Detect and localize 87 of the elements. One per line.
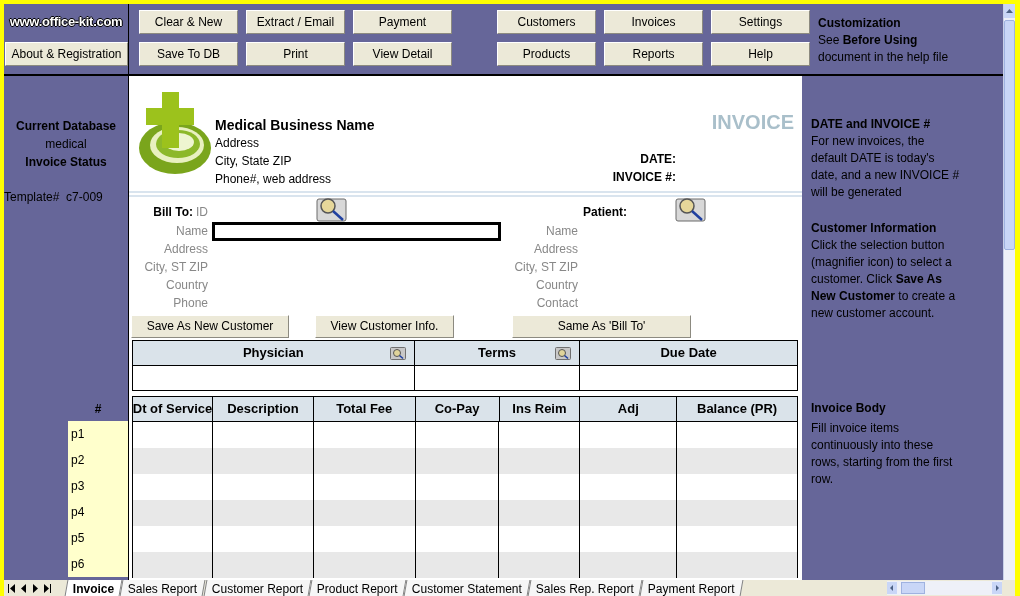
scroll-right-icon[interactable]	[992, 582, 1002, 594]
toolbar-button[interactable]: Extract / Email	[246, 10, 345, 34]
field-label: Country	[164, 277, 208, 294]
help-title: Customer Information	[811, 220, 938, 237]
field-label: Name	[175, 223, 208, 240]
toolbar-button[interactable]: Invoices	[604, 10, 703, 34]
sheet-tab[interactable]: Sales Rep. Report	[527, 580, 643, 596]
toolbar-button[interactable]: Payment	[353, 10, 452, 34]
database-label: Current Database	[15, 118, 117, 135]
toolbar-button[interactable]: Customers	[497, 10, 596, 34]
help-text: Fill invoice items continuously into these rows, starting from the first row.	[811, 420, 954, 488]
customer-action-button[interactable]: Same As 'Bill To'	[512, 314, 691, 338]
toolbar-button[interactable]: Products	[497, 42, 596, 66]
row-label: p4	[68, 499, 128, 525]
template-number: Template# c7-009	[4, 189, 104, 206]
row-label: p1	[68, 421, 128, 447]
sheet-tab[interactable]: Payment Report	[639, 580, 744, 596]
row-label: p2	[68, 447, 128, 473]
business-address-line: Phone#, web address	[215, 171, 333, 188]
help-title: DATE and INVOICE #	[811, 116, 932, 133]
database-name: medical	[44, 136, 88, 153]
customer-action-button[interactable]: View Customer Info.	[315, 314, 454, 338]
toolbar-button[interactable]: Save To DB	[139, 42, 238, 66]
row-label: p6	[68, 551, 128, 577]
field-label: Address	[532, 241, 578, 258]
toolbar-button[interactable]: Reports	[604, 42, 703, 66]
table-header-cell: Balance (PR)	[677, 397, 797, 421]
last-sheet-icon[interactable]	[43, 583, 52, 593]
sheet-tab[interactable]: Sales Report	[119, 580, 207, 596]
help-text: Click the selection button (magnifier icon) to select a customer. Click Save As New Customer to create a new customer account.	[811, 237, 957, 322]
vertical-scrollbar[interactable]	[1003, 4, 1015, 580]
id-label: ID	[196, 204, 208, 221]
toolbar-button[interactable]: Clear & New	[139, 10, 238, 34]
column-title: Due Date	[660, 344, 717, 363]
field-label: Address	[162, 241, 208, 258]
first-sheet-icon[interactable]	[7, 583, 16, 593]
help-title: Invoice Body	[811, 400, 887, 417]
about-button[interactable]: About & Registration	[5, 42, 128, 66]
toolbar-button[interactable]: Settings	[711, 10, 810, 34]
help-text: For new invoices, the default DATE is today's date, and a new INVOICE # will be generated	[811, 133, 961, 201]
sheet-tab[interactable]: Invoice	[64, 580, 123, 596]
customization-note: See Before Using document in the help file	[818, 32, 950, 66]
toolbar-button[interactable]: View Detail	[353, 42, 452, 66]
customer-action-button[interactable]: Save As New Customer	[131, 314, 289, 338]
scroll-up-icon[interactable]	[1006, 9, 1013, 13]
row-label: p3	[68, 473, 128, 499]
date-label: DATE:	[640, 151, 676, 168]
row-label: p5	[68, 525, 128, 551]
scroll-left-icon[interactable]	[887, 582, 897, 594]
status-label: Invoice Status	[24, 154, 108, 171]
field-label: City, ST ZIP	[143, 259, 208, 276]
previous-sheet-icon[interactable]	[19, 583, 28, 593]
table-header-cell: Adj	[580, 397, 678, 421]
magnifier-icon[interactable]	[316, 196, 347, 222]
name-input-field[interactable]	[212, 221, 501, 241]
horizontal-scrollbar[interactable]	[887, 581, 1002, 595]
bill-to-label: Bill To:	[153, 204, 193, 221]
column-title: Terms	[477, 344, 516, 363]
magnifier-icon[interactable]	[675, 196, 706, 222]
site-logo[interactable]: www.office-kit.com	[9, 12, 123, 36]
business-address-line: Address	[215, 135, 261, 152]
patient-label: Patient:	[583, 204, 627, 221]
sheet-tab[interactable]: Customer Statement	[403, 580, 531, 596]
field-label: Country	[534, 277, 578, 294]
next-sheet-icon[interactable]	[31, 583, 40, 593]
invoice-number-label: INVOICE #:	[612, 169, 676, 186]
column-title: Physician	[242, 344, 304, 363]
field-label: Name	[545, 223, 578, 240]
field-label: Contact	[535, 295, 578, 312]
magnifier-icon[interactable]	[555, 347, 572, 360]
table-header-cell: Co-Pay	[415, 397, 500, 421]
customization-title: Customization	[818, 15, 902, 32]
sheet-tab[interactable]: Product Report	[308, 580, 407, 596]
sheet-tab[interactable]: Customer Report	[203, 580, 312, 596]
toolbar-button[interactable]: Help	[711, 42, 810, 66]
field-label: City, ST ZIP	[513, 259, 578, 276]
toolbar-button[interactable]: Print	[246, 42, 345, 66]
table-header-cell: Description	[213, 397, 314, 421]
table-header-cell: Dt of Service	[133, 397, 213, 421]
invoice-title: INVOICE	[711, 111, 794, 133]
magnifier-icon[interactable]	[389, 347, 406, 360]
table-header-cell: Ins Reim	[499, 397, 581, 421]
table-header-cell: Total Fee	[313, 397, 416, 421]
field-label: Phone	[172, 295, 208, 312]
row-number-header: #	[93, 400, 103, 418]
business-address-line: City, State ZIP	[215, 153, 293, 170]
business-name: Medical Business Name	[215, 116, 375, 134]
